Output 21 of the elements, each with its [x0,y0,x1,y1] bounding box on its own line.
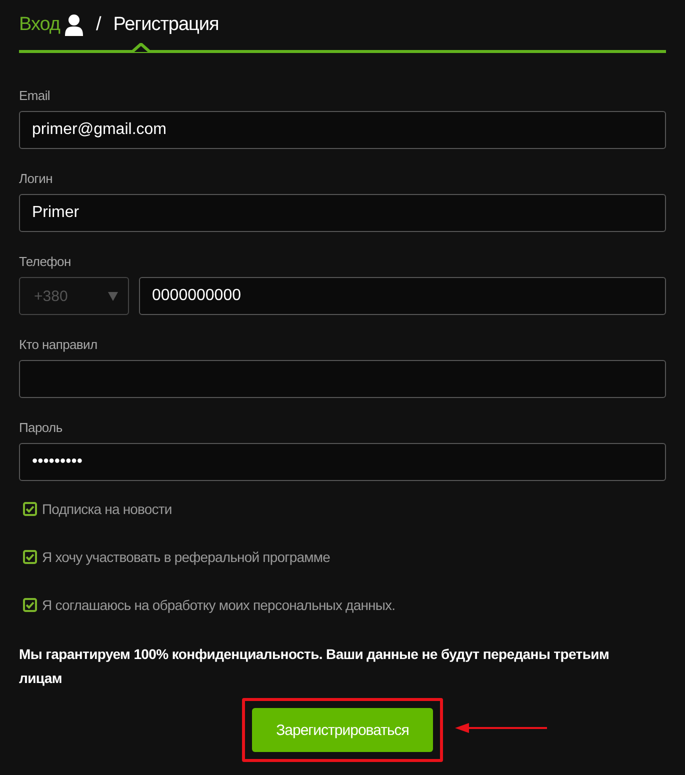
field-label: Email [19,88,52,103]
privacy-notice: Мы гарантируем 100% конфиденциальность. Ваши данные не будут переданы третьим лицам [19,645,610,688]
checkbox[interactable] [23,598,37,612]
input-field[interactable]: ••••••••• [19,443,666,481]
checkbox-label: Подписка на новости [42,501,172,517]
checkbox-label: Я соглашаюсь на обработку моих персональных данных. [42,597,396,613]
field-label: Пароль [19,420,64,435]
input-field[interactable] [19,360,666,398]
phone-field[interactable]: 0000000000 [139,277,666,315]
field-label: Кто направил [19,337,98,352]
input-field[interactable]: primer@gmail.com [19,111,666,149]
field-label: Логин [19,171,54,186]
tab[interactable]: Вход [19,14,84,36]
checkbox[interactable] [23,550,37,564]
input-field[interactable]: Primer [19,194,666,232]
field-label: Телефон [19,254,72,269]
dropdown-arrow-icon [108,292,118,300]
checkbox-label: Я хочу участвовать в реферальной программе [42,549,330,565]
tab-separator: / [96,14,102,36]
tab[interactable]: Регистрация [113,14,219,36]
checkbox[interactable] [23,502,37,516]
